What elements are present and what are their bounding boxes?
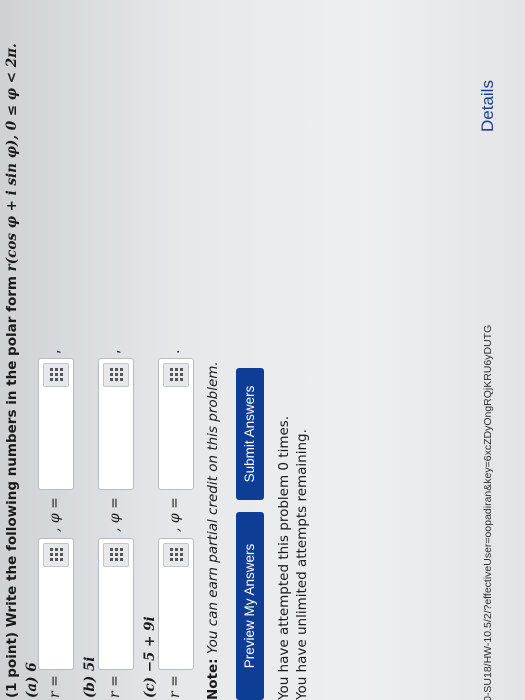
part-b-label: (b) 5i: [82, 656, 98, 698]
part-b-r-label: r =: [107, 675, 123, 698]
part-a-phi-input[interactable]: [38, 358, 74, 490]
equation-editor-icon: [49, 548, 63, 562]
part-c-phi-label: , φ =: [167, 497, 183, 532]
equation-editor-icon: [109, 548, 123, 562]
polar-form-expression: r(cos φ + i sin φ), 0 ≤ φ < 2π.: [4, 43, 20, 272]
part-a-phi-label: , φ =: [47, 497, 63, 532]
part-b-r-input[interactable]: [98, 538, 134, 670]
partial-credit-note: Note: You can earn partial credit on thi…: [205, 361, 221, 700]
part-b-phi-input[interactable]: [98, 358, 134, 490]
status-url: 112-90-SU18/HW-10.5/2/?effectiveUser=oop…: [482, 324, 494, 700]
webwork-problem-page: (1 point) Write the following numbers in…: [0, 0, 525, 700]
part-c-end: .: [167, 349, 183, 354]
part-c-r-label: r =: [167, 675, 183, 698]
equation-editor-icon: [109, 368, 123, 382]
note-lead: Note:: [205, 658, 221, 700]
equation-editor-icon: [169, 368, 183, 382]
part-a-r-keyboard-button[interactable]: [43, 543, 69, 567]
problem-prompt: Write the following numbers in the polar…: [4, 276, 20, 628]
details-link[interactable]: Details: [478, 80, 498, 132]
screen: (1 point) Write the following numbers in…: [0, 0, 525, 700]
part-a-r-input[interactable]: [38, 538, 74, 670]
preview-answers-button[interactable]: Preview My Answers: [236, 512, 264, 700]
part-c-label: (c) −5 + 9i: [142, 616, 158, 698]
part-a-r-label: r =: [47, 675, 63, 698]
part-b-r-keyboard-button[interactable]: [103, 543, 129, 567]
part-c-phi-input[interactable]: [158, 358, 194, 490]
submit-answers-button[interactable]: Submit Answers: [236, 368, 264, 500]
attempts-remaining: You have unlimited attempts remaining.: [294, 429, 310, 700]
part-b-phi-label: , φ =: [107, 497, 123, 532]
part-b-phi-keyboard-button[interactable]: [103, 363, 129, 387]
part-c-r-keyboard-button[interactable]: [163, 543, 189, 567]
equation-editor-icon: [49, 368, 63, 382]
part-b-end: ,: [107, 349, 123, 354]
part-a-end: ,: [47, 349, 63, 354]
note-text: You can earn partial credit on this prob…: [205, 361, 221, 655]
problem-header: (1 point) Write the following numbers in…: [4, 43, 20, 698]
part-c-r-input[interactable]: [158, 538, 194, 670]
attempts-status: You have attempted this problem 0 times.: [276, 415, 292, 700]
part-a-phi-keyboard-button[interactable]: [43, 363, 69, 387]
problem-points: (1 point): [4, 631, 20, 698]
part-c-phi-keyboard-button[interactable]: [163, 363, 189, 387]
equation-editor-icon: [169, 548, 183, 562]
